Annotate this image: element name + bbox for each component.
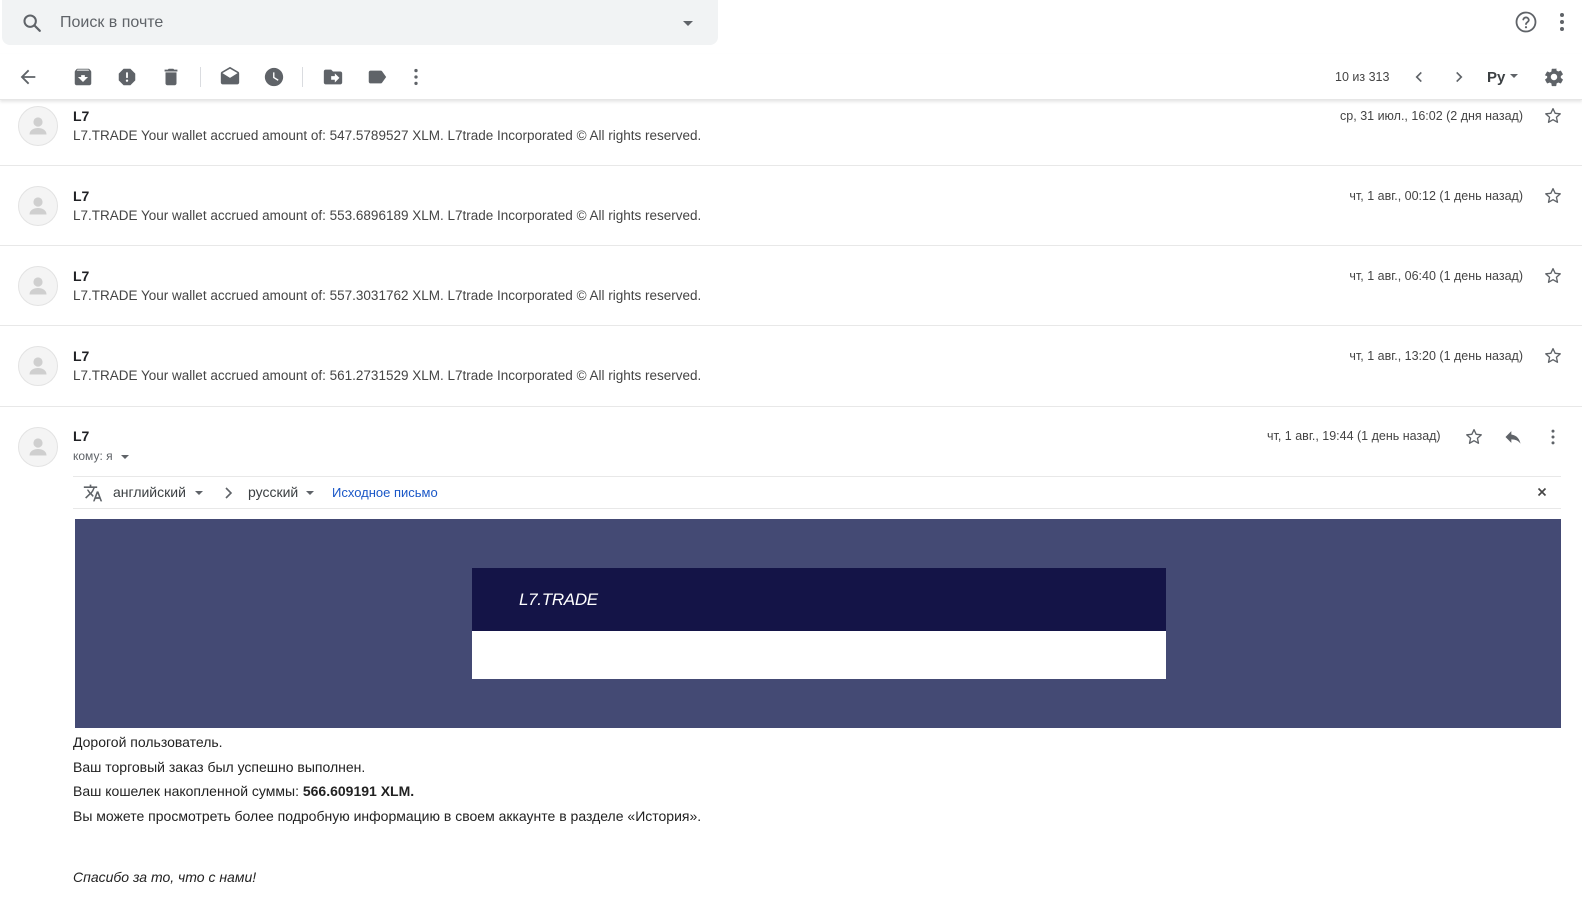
translation-bar: английский русский Исходное письмо [73,476,1561,509]
message-snippet: L7.TRADE Your wallet accrued amount of: … [73,208,702,223]
mark-unread-icon[interactable] [219,66,241,88]
move-to-icon[interactable] [322,66,344,88]
search-icon[interactable] [21,12,43,34]
back-arrow-icon[interactable] [17,66,39,88]
recipient-details-dropdown-icon[interactable] [119,451,131,463]
message-date: чт, 1 авг., 06:40 (1 день назад) [1349,269,1523,283]
pagination-count: 10 из 313 [1335,70,1390,84]
source-language-select[interactable]: английский [113,484,186,500]
label-icon[interactable] [366,66,388,88]
help-icon[interactable] [1514,10,1538,34]
source-language-label: английский [113,484,186,500]
show-original-link[interactable]: Исходное письмо [332,485,438,500]
chevron-right-icon [221,485,235,501]
target-language-label: русский [248,484,299,500]
email-greeting: Дорогой пользователь. [73,734,223,750]
collapsed-message-2[interactable]: L7 L7.TRADE Your wallet accrued amount o… [0,166,1582,246]
translate-icon [83,483,103,503]
recipient-details[interactable]: кому: я [73,449,113,463]
snooze-clock-icon[interactable] [263,66,285,88]
email-banner: L7.TRADE [75,519,1561,728]
archive-icon[interactable] [72,66,94,88]
email-banner-card: L7.TRADE [472,568,1166,679]
star-icon[interactable] [1543,106,1563,126]
more-apps-icon[interactable] [1552,10,1566,34]
avatar [18,106,58,146]
sender-name: L7 [73,108,90,124]
message-date: чт, 1 авг., 00:12 (1 день назад) [1349,189,1523,203]
balance-amount: 566.609191 XLM. [302,783,415,799]
avatar [18,427,58,467]
report-spam-icon[interactable] [116,66,138,88]
collapsed-message-3[interactable]: L7 L7.TRADE Your wallet accrued amount o… [0,246,1582,326]
collapsed-message-4[interactable]: L7 L7.TRADE Your wallet accrued amount o… [0,327,1582,407]
star-icon[interactable] [1543,346,1563,366]
message-snippet: L7.TRADE Your wallet accrued amount of: … [73,128,702,143]
avatar [18,186,58,226]
close-icon[interactable] [1536,486,1548,498]
older-chevron-right-icon[interactable] [1448,66,1470,88]
source-language-dropdown-icon[interactable] [193,487,205,499]
target-language-dropdown-icon[interactable] [304,487,316,499]
email-line-balance: Ваш кошелек накопленной суммы: 566.60919… [73,783,414,799]
email-line-history: Вы можете просмотреть более подробную ин… [73,808,702,824]
settings-gear-icon[interactable] [1543,66,1565,88]
target-language-select[interactable]: русский [248,484,298,500]
avatar [18,266,58,306]
balance-prefix: Ваш кошелек накопленной суммы: [73,783,303,799]
recipient-label: кому: я [73,449,113,463]
input-tools-label: Ру [1487,69,1506,86]
input-tools-button[interactable]: Ру [1487,69,1505,86]
message-date: ср, 31 июл., 16:02 (2 дня назад) [1340,109,1523,123]
star-icon[interactable] [1543,266,1563,286]
email-line-order: Ваш торговый заказ был успешно выполнен. [73,759,366,775]
avatar [18,346,58,386]
search-bar[interactable]: Поиск в почте [2,0,718,45]
message-snippet: L7.TRADE Your wallet accrued amount of: … [73,288,702,303]
open-message-sender: L7 [73,428,90,444]
collapsed-message-1[interactable]: L7 L7.TRADE Your wallet accrued amount o… [0,86,1582,166]
reply-icon[interactable] [1503,427,1523,447]
search-options-dropdown-icon[interactable] [676,11,700,35]
message-date: чт, 1 авг., 13:20 (1 день назад) [1349,349,1523,363]
email-signoff: Спасибо за то, что с нами! [73,869,257,885]
newer-chevron-left-icon[interactable] [1408,66,1430,88]
input-tools-dropdown-icon[interactable] [1508,70,1520,82]
email-banner-header: L7.TRADE [472,568,1166,631]
sender-name: L7 [73,348,90,364]
more-options-icon[interactable] [405,66,427,88]
message-snippet: L7.TRADE Your wallet accrued amount of: … [73,368,702,383]
delete-icon[interactable] [160,66,182,88]
brand-logo-text: L7.TRADE [519,590,598,609]
sender-name: L7 [73,188,90,204]
open-message-date: чт, 1 авг., 19:44 (1 день назад) [1267,429,1441,443]
star-icon[interactable] [1464,427,1484,447]
sender-name: L7 [73,268,90,284]
star-icon[interactable] [1543,186,1563,206]
more-options-icon[interactable] [1543,427,1563,447]
search-input[interactable]: Поиск в почте [60,14,676,32]
